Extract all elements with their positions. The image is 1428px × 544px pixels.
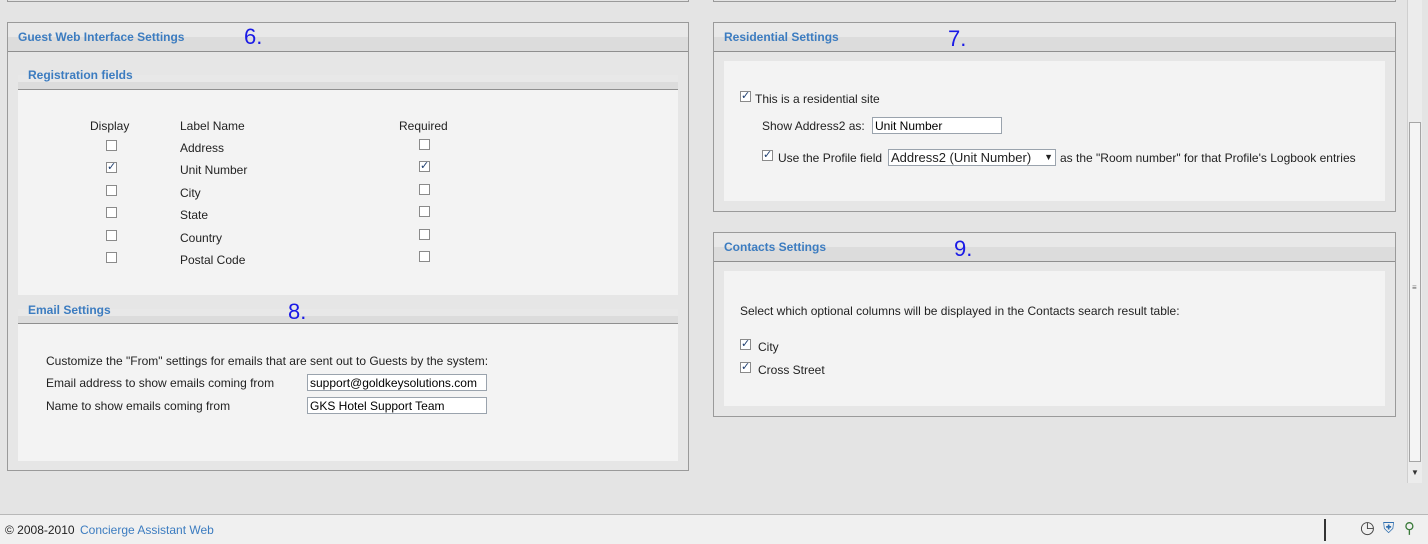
- annotation-7: 7.: [948, 26, 967, 51]
- profile-field-selected: Address2 (Unit Number): [891, 150, 1032, 165]
- residential-site-checkbox[interactable]: [740, 89, 751, 102]
- scrollbar-thumb[interactable]: ≡: [1409, 122, 1421, 462]
- required-checkbox[interactable]: [419, 251, 430, 262]
- registration-field-label: State: [180, 208, 209, 223]
- copyright-text: © 2008-2010: [5, 523, 75, 537]
- room-number-suffix: as the "Room number" for that Profile's …: [1060, 151, 1356, 165]
- chevron-down-icon: ▼: [1044, 152, 1053, 162]
- email-header: [18, 309, 678, 324]
- required-checkbox[interactable]: [419, 183, 430, 195]
- email-address-input[interactable]: [307, 374, 487, 391]
- security-icon[interactable]: ⛨: [1383, 519, 1394, 537]
- display-checkbox[interactable]: [106, 252, 117, 263]
- residential-panel-title: Residential Settings: [724, 30, 839, 44]
- email-body: Customize the "From" settings for emails…: [18, 324, 678, 461]
- email-name-label: Name to show emails coming from: [46, 399, 231, 413]
- registration-field-label: Postal Code: [180, 253, 246, 267]
- registration-field-label: Unit Number: [180, 163, 248, 178]
- network-icon[interactable]: ⚲: [1404, 519, 1415, 537]
- residential-panel: Residential Settings 7. This is a reside…: [713, 22, 1396, 212]
- vertical-scrollbar[interactable]: ≡ ▼: [1407, 0, 1422, 483]
- footer-link[interactable]: Concierge Assistant Web: [80, 523, 214, 537]
- scroll-down-arrow-icon[interactable]: ▼: [1411, 468, 1419, 477]
- registration-title: Registration fields: [28, 68, 133, 82]
- required-checkbox[interactable]: [419, 206, 430, 218]
- grip-icon: ≡: [1412, 283, 1417, 292]
- clock-icon[interactable]: ◷: [1360, 518, 1375, 538]
- required-checkbox[interactable]: [419, 159, 430, 173]
- display-checkbox[interactable]: [106, 229, 117, 241]
- registration-body: Display Label Name Required Address Unit …: [18, 90, 678, 295]
- email-name-input[interactable]: [307, 397, 487, 414]
- contacts-panel: Contacts Settings 9. Select which option…: [713, 232, 1396, 417]
- registration-field-label: Address: [180, 141, 225, 155]
- registration-field-label: Country: [180, 230, 223, 245]
- contacts-body: Select which optional columns will be di…: [724, 271, 1385, 406]
- footer-divider: [1324, 519, 1326, 541]
- registration-field-label: City: [180, 185, 201, 200]
- annotation-9: 9.: [954, 236, 973, 261]
- upper-panel-stub-left: [7, 0, 689, 2]
- contacts-panel-title: Contacts Settings: [724, 240, 827, 254]
- contacts-description: Select which optional columns will be di…: [740, 304, 1180, 318]
- contact-column-checkbox[interactable]: [740, 360, 751, 373]
- email-address-label: Email address to show emails coming from: [46, 376, 275, 390]
- display-checkbox[interactable]: [106, 160, 117, 174]
- required-checkbox[interactable]: [419, 139, 430, 150]
- annotation-8: 8.: [288, 299, 307, 324]
- residential-site-label: This is a residential site: [755, 92, 880, 106]
- contact-column-label: City: [758, 340, 779, 354]
- address2-input[interactable]: [872, 117, 1002, 134]
- address2-label: Show Address2 as:: [762, 119, 865, 133]
- use-profile-checkbox[interactable]: [762, 148, 773, 161]
- col-required-header: Required: [399, 119, 448, 133]
- annotation-6: 6.: [244, 24, 263, 49]
- contact-column-label: Cross Street: [758, 363, 825, 377]
- display-checkbox[interactable]: [106, 184, 117, 196]
- email-title: Email Settings: [28, 303, 111, 317]
- upper-panel-stub-right: [713, 0, 1396, 2]
- col-label-header: Label Name: [180, 119, 245, 133]
- use-profile-label: Use the Profile field: [778, 151, 883, 165]
- display-checkbox[interactable]: [106, 207, 117, 219]
- email-intro: Customize the "From" settings for emails…: [46, 354, 489, 368]
- contact-column-checkbox[interactable]: [740, 337, 751, 350]
- guest-panel-title: Guest Web Interface Settings: [18, 30, 185, 44]
- display-checkbox[interactable]: [106, 140, 117, 151]
- col-display-header: Display: [90, 119, 130, 133]
- profile-field-select[interactable]: Address2 (Unit Number) ▼: [888, 149, 1056, 166]
- required-checkbox[interactable]: [419, 228, 430, 240]
- residential-body: This is a residential site Show Address2…: [724, 61, 1385, 201]
- guest-web-interface-panel: Guest Web Interface Settings 6. Registra…: [7, 22, 689, 471]
- status-footer: © 2008-2010 Concierge Assistant Web ◷ ⛨ …: [0, 514, 1428, 544]
